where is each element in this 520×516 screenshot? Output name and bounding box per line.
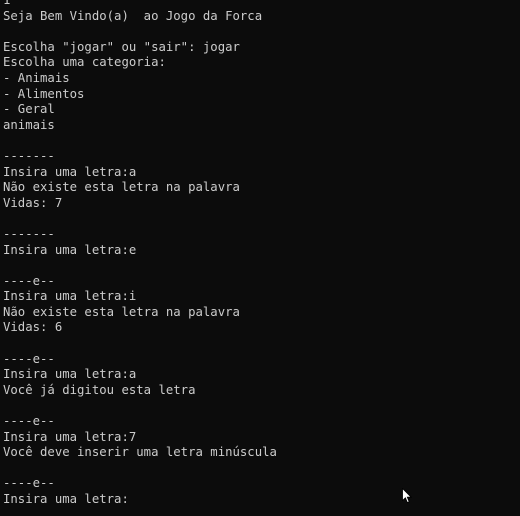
console-line: Não existe esta letra na palavra <box>3 180 240 195</box>
console-output[interactable]: 1 Seja Bem Vindo(a) ao Jogo da Forca Escol… <box>3 0 520 508</box>
console-line: - Animais <box>3 70 70 85</box>
console-line: Vidas: 6 <box>3 320 63 335</box>
console-line: Insira uma letra: <box>3 492 129 506</box>
console-line: ------- <box>3 226 55 241</box>
console-line: ------- <box>3 148 55 163</box>
console-line: - Geral <box>3 102 55 117</box>
console-line: ----e-- <box>3 476 55 491</box>
console-line: Não existe esta letra na palavra <box>3 304 240 319</box>
console-line: Insira uma letra:e <box>3 242 137 257</box>
console-line: Você deve inserir uma letra minúscula <box>3 445 277 460</box>
console-line: Insira uma letra:a <box>3 367 137 382</box>
console-line: - Alimentos <box>3 86 85 101</box>
console-line: Escolha "jogar" ou "sair": jogar <box>3 39 240 54</box>
console-line: animais <box>3 117 55 132</box>
console-line: Você já digitou esta letra <box>3 382 196 397</box>
console-line: Seja Bem Vindo(a) ao Jogo da Forca <box>3 8 263 23</box>
console-line: Insira uma letra:i <box>3 289 137 304</box>
console-line: ----e-- <box>3 351 55 366</box>
mouse-pointer-icon <box>402 488 412 504</box>
console-line: Insira uma letra:7 <box>3 429 137 444</box>
console-line: 1 <box>3 0 11 7</box>
console-line: Escolha uma categoria: <box>3 55 166 70</box>
console-line: ----e-- <box>3 414 55 429</box>
console-line: ----e-- <box>3 273 55 288</box>
console-line: Insira uma letra:a <box>3 164 137 179</box>
console-line: Vidas: 7 <box>3 195 63 210</box>
